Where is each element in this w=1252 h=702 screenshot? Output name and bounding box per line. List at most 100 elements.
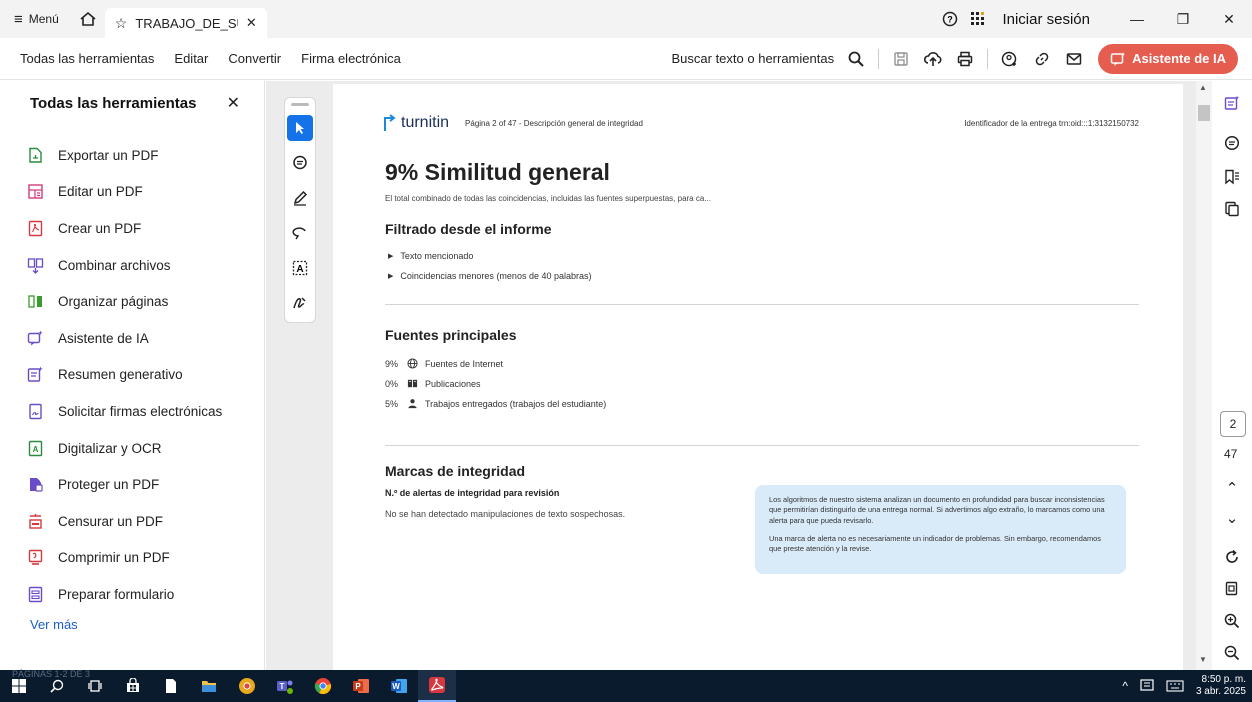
help-icon[interactable]: ? [936,11,964,27]
close-tab-icon[interactable]: ✕ [246,15,257,31]
tool-item-protect-pdf[interactable]: Proteger un PDF [0,466,264,503]
redact-pdf-icon [26,512,44,530]
notification-icon[interactable] [1140,679,1154,693]
panel-title: Todas las herramientas [30,94,197,112]
close-panel-icon[interactable]: ✕ [227,93,240,113]
tool-item-label: Editar un PDF [58,184,143,200]
text-tool[interactable]: A [287,255,313,281]
page-info: Página 2 of 47 - Descripción general de … [465,118,643,128]
close-window-button[interactable]: ✕ [1206,0,1252,38]
person-icon [407,398,425,409]
create-pdf-icon [26,219,44,237]
tool-item-combine-files[interactable]: Combinar archivos [0,247,264,284]
store-icon[interactable] [114,670,152,702]
scroll-down-arrow-icon[interactable]: ▼ [1199,655,1207,664]
word-icon[interactable]: W [380,670,418,702]
filter-item-label: Coincidencias menores (menos de 40 palab… [400,271,592,281]
zoom-out-icon[interactable] [1222,643,1242,663]
vertical-scrollbar[interactable]: ▲ ▼ [1196,81,1212,671]
tab-all-tools[interactable]: Todas las herramientas [20,51,154,66]
tool-item-label: Preparar formulario [58,586,175,602]
chrome-profile-icon[interactable] [228,670,266,702]
search-tools-label[interactable]: Buscar texto o herramientas [672,51,835,66]
chrome-icon[interactable] [304,670,342,702]
source-percent: 0% [385,378,399,389]
tool-item-edit-pdf[interactable]: Editar un PDF [0,174,264,211]
draw-tool[interactable] [287,220,313,246]
bookmarks-rail-icon[interactable] [1222,167,1242,187]
restore-button[interactable]: ❐ [1160,0,1206,38]
signin-button[interactable]: Iniciar sesión [992,11,1114,28]
source-label: Publicaciones [425,378,481,389]
current-page-input[interactable]: 2 [1220,411,1246,437]
document-tab[interactable]: ☆ TRABAJO_DE_SUFI... ✕ [104,8,267,38]
protect-pdf-icon [26,476,44,494]
print-icon[interactable] [949,51,981,67]
save-icon[interactable] [885,51,917,67]
scroll-up-arrow-icon[interactable]: ▲ [1199,83,1207,92]
sign-tool[interactable] [287,290,313,316]
upload-cloud-icon[interactable] [917,51,949,67]
see-more-link[interactable]: Ver más [0,617,264,632]
zoom-in-icon[interactable] [1222,611,1242,631]
link-icon[interactable] [1026,51,1058,67]
star-icon[interactable]: ☆ [115,15,128,32]
tool-item-label: Crear un PDF [58,220,142,236]
source-label: Fuentes de Internet [425,358,504,369]
refresh-icon[interactable] [1222,547,1242,567]
apps-grid-icon[interactable] [964,11,992,27]
acrobat-icon[interactable] [418,670,456,702]
tool-item-label: Organizar páginas [58,294,169,310]
tool-item-generative-summary[interactable]: Resumen generativo [0,357,264,394]
tool-item-ai-assistant[interactable]: Asistente de IA [0,320,264,357]
drag-handle[interactable] [291,103,309,106]
tray-chevron-icon[interactable]: ^ [1122,679,1128,693]
tool-item-organize-pages[interactable]: Organizar páginas [0,283,264,320]
next-page-chevron-icon[interactable]: ⌄ [1222,509,1242,527]
tool-item-label: Solicitar firmas electrónicas [58,403,223,419]
clock-date: 3 abr. 2025 [1195,686,1246,697]
home-button[interactable] [71,0,105,38]
tool-item-prepare-form[interactable]: Preparar formulario [0,576,264,613]
teams-icon[interactable]: T [266,670,304,702]
file-icon[interactable] [152,670,190,702]
scan-ocr-icon: A [26,439,44,457]
source-row: 5% Trabajos entregados (trabajos del est… [385,398,606,409]
combine-files-icon [26,256,44,274]
similarity-title: 9% Similitud general [385,159,610,185]
comments-rail-icon[interactable] [1222,133,1242,153]
menu-button[interactable]: ≡ Menú [0,0,71,38]
scroll-thumb[interactable] [1198,105,1210,121]
tool-item-label: Asistente de IA [58,330,149,346]
tab-convert[interactable]: Convertir [228,51,281,66]
highlight-tool[interactable] [287,185,313,211]
svg-text:W: W [392,682,400,691]
tool-item-compress-pdf[interactable]: Comprimir un PDF [0,540,264,577]
system-clock[interactable]: 8:50 p. m. 3 abr. 2025 [1196,674,1246,698]
tool-item-redact-pdf[interactable]: Censurar un PDF [0,503,264,540]
tool-item-scan-ocr[interactable]: A Digitalizar y OCR [0,430,264,467]
tool-item-export-pdf[interactable]: Exportar un PDF [0,137,264,174]
triangle-bullet-icon: ▶ [388,253,394,260]
comment-tool[interactable] [287,150,313,176]
previous-page-chevron-icon[interactable]: ⌃ [1222,479,1242,497]
tab-edit[interactable]: Editar [174,51,208,66]
tab-esign[interactable]: Firma electrónica [301,51,401,66]
ai-assistant-button[interactable]: Asistente de IA [1098,43,1238,74]
tool-item-label: Combinar archivos [58,257,171,273]
tool-item-request-signatures[interactable]: Solicitar firmas electrónicas [0,393,264,430]
generative-summary-rail-icon[interactable] [1222,93,1242,113]
tool-item-create-pdf[interactable]: Crear un PDF [0,210,264,247]
pages-rail-icon[interactable] [1222,199,1242,219]
search-icon[interactable] [840,51,872,67]
select-tool[interactable] [287,115,313,141]
email-icon[interactable] [1058,51,1090,67]
request-signatures-icon [26,402,44,420]
file-explorer-icon[interactable] [190,670,228,702]
minimize-button[interactable]: — [1114,0,1160,38]
keyboard-icon[interactable] [1166,680,1184,692]
share-user-icon[interactable] [994,51,1026,67]
page-fit-icon[interactable] [1222,579,1242,599]
source-label: Trabajos entregados (trabajos del estudi… [425,398,607,409]
powerpoint-icon[interactable]: P [342,670,380,702]
